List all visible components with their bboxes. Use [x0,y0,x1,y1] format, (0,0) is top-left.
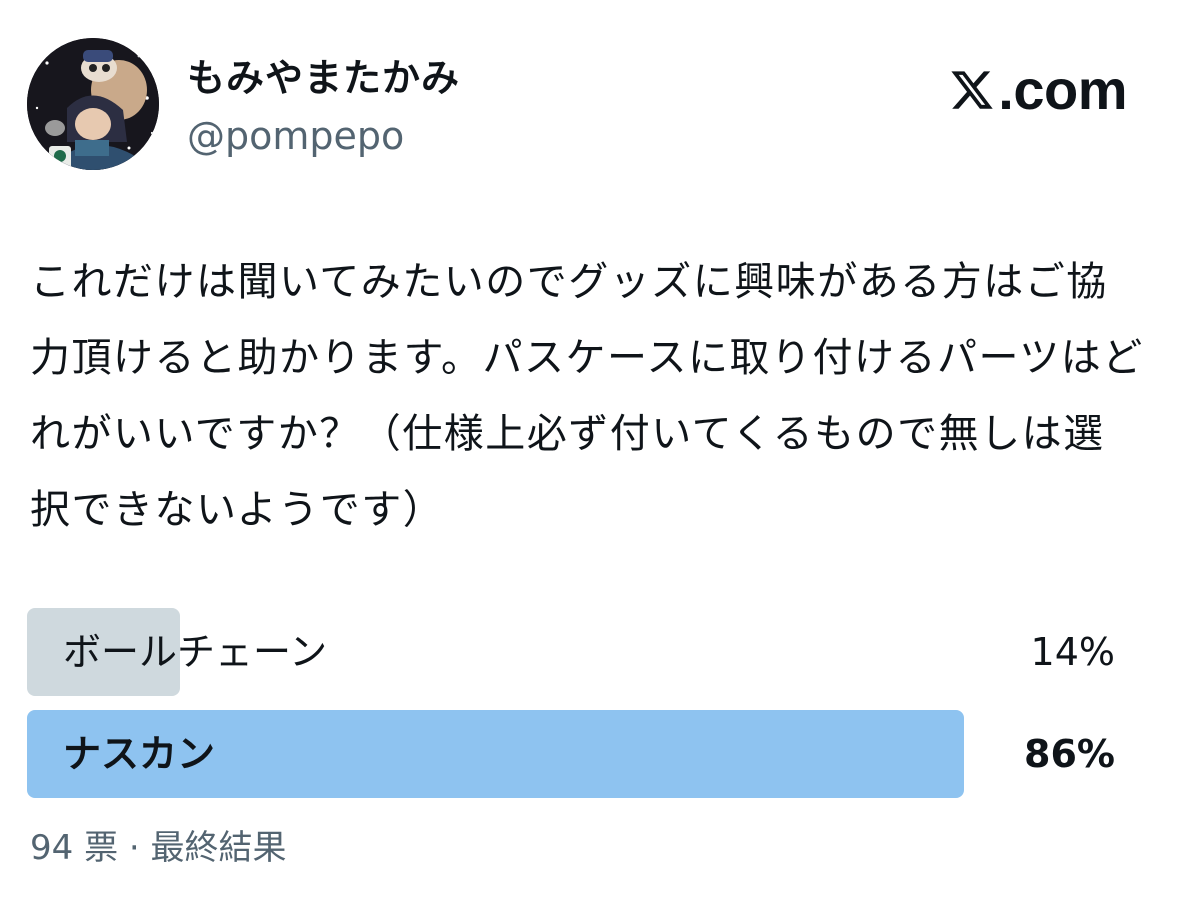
poll-option-label: ボールチェーン [63,630,328,674]
poll-option-nasukan: ナスカン 86% [27,710,1117,798]
post-text: これだけは聞いてみたいのでグッズに興味がある方はご協力頂けると助かります。パスケ… [30,259,1144,533]
poll-footer-separator: · [128,828,140,868]
poll-footer: 94 票 · 最終結果 [30,826,287,870]
x-com-brand: .com [948,60,1127,120]
poll: ボールチェーン 14% ナスカン 86% [27,608,1117,812]
post-header: もみやまたかみ @pompepo .com [27,38,1137,170]
display-name[interactable]: もみやまたかみ [187,54,460,102]
x-logo-icon [951,71,993,109]
user-handle[interactable]: @pompepo [187,112,404,160]
avatar-illustration [27,38,159,170]
poll-status: 最終結果 [150,828,287,868]
poll-option-percent: 14% [1030,630,1115,674]
poll-option-label: ナスカン [63,732,216,776]
avatar[interactable] [27,38,159,170]
poll-option-percent: 86% [1024,732,1115,776]
poll-vote-count: 94 票 [30,828,119,868]
brand-text: .com [998,58,1127,121]
poll-option-ball-chain: ボールチェーン 14% [27,608,1117,696]
